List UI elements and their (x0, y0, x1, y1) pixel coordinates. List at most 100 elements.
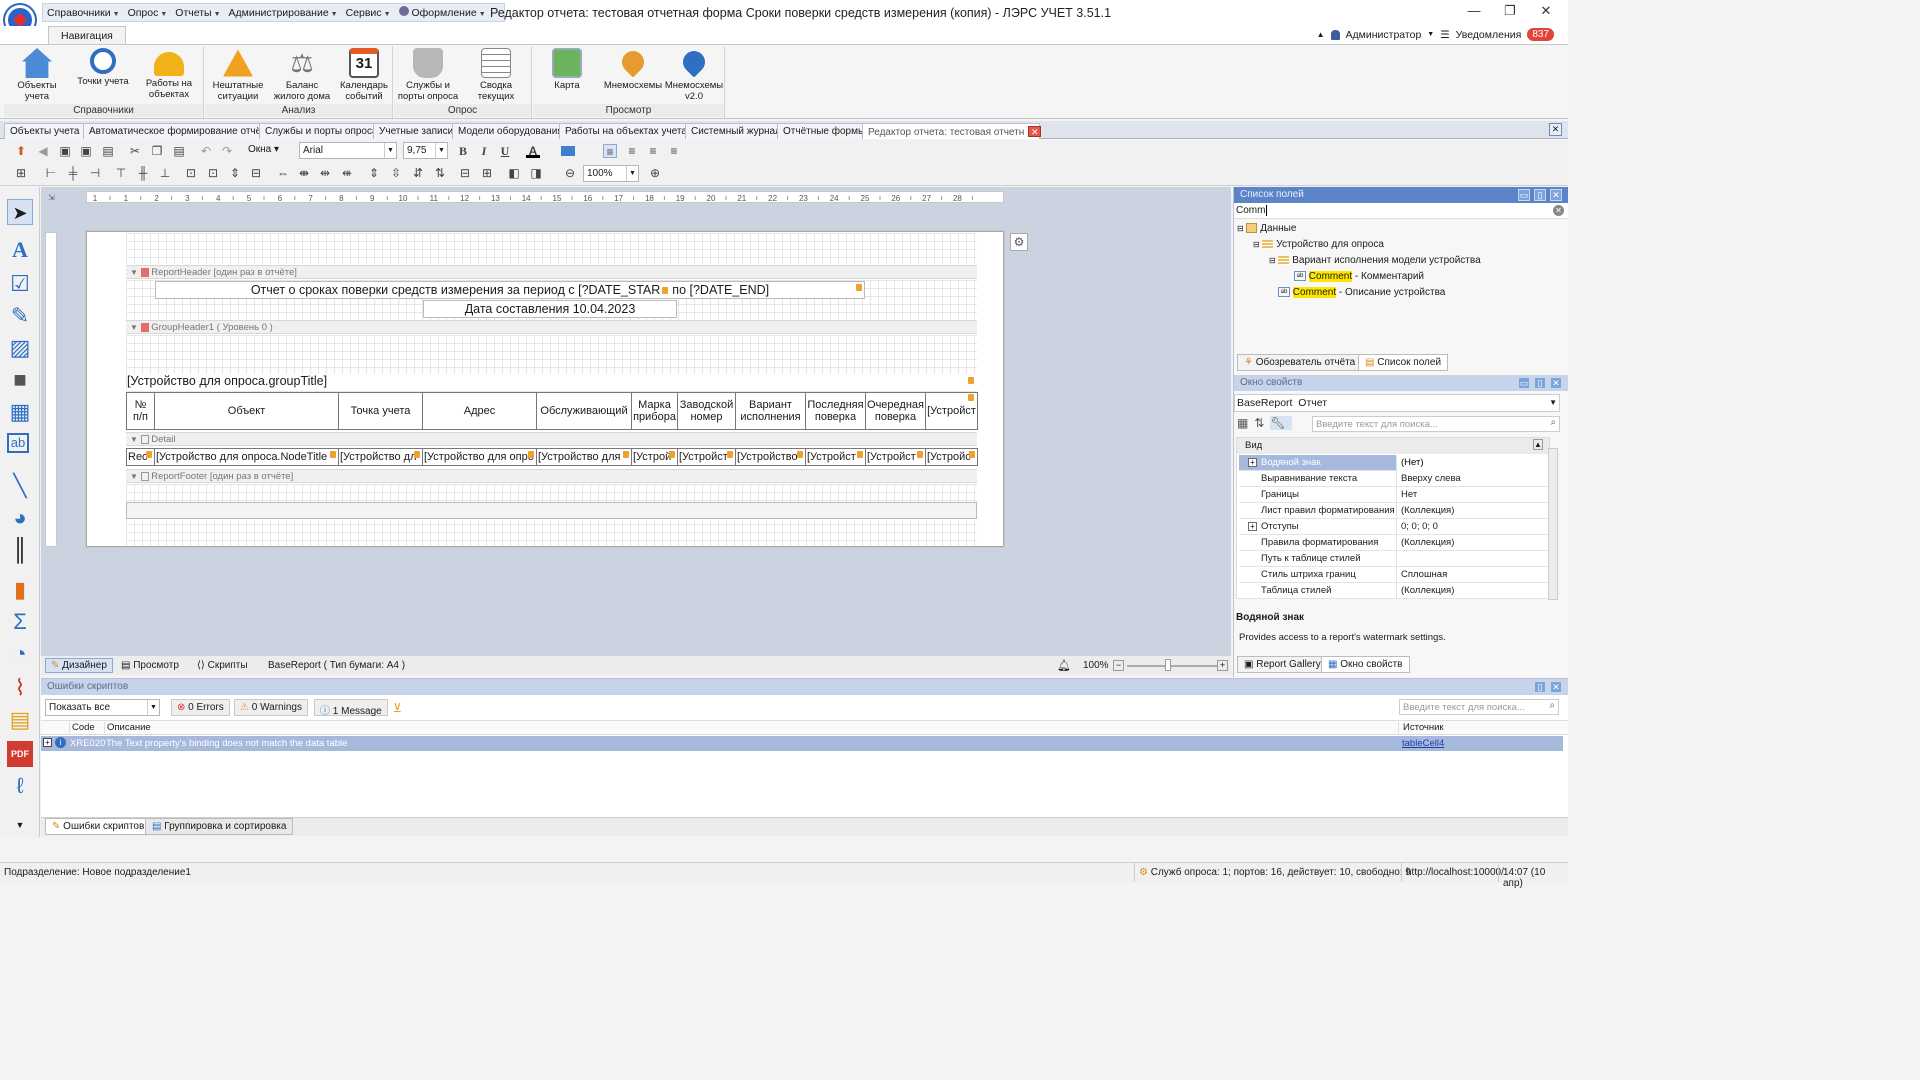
menu-directories[interactable]: Справочники ▼ (47, 7, 120, 19)
column-header-cell[interactable]: Точка учета (338, 392, 423, 430)
group-title-cell[interactable]: [Устройство для опроса.groupTitle] (127, 374, 977, 391)
expand-icon[interactable]: + (43, 738, 52, 747)
menu-reports[interactable]: Отчеты ▼ (175, 7, 220, 19)
sparkline-tool-icon[interactable]: ⌇ (7, 675, 33, 701)
align-right-button[interactable]: ≡ (646, 144, 660, 158)
align-tops-icon[interactable]: ⊤ (114, 166, 128, 180)
doc-tab-accounts[interactable]: Учетные записи (373, 123, 460, 139)
label-tool-icon[interactable]: A (7, 237, 33, 263)
toc-tool-icon[interactable]: ▤ (7, 707, 33, 733)
menu-survey[interactable]: Опрос ▼ (128, 7, 168, 19)
column-header-cell[interactable]: Заводской номер (677, 392, 736, 430)
align-bottoms-icon[interactable]: ⊥ (158, 166, 172, 180)
property-row[interactable]: Стиль штриха границ Сплошная (1239, 567, 1551, 583)
property-value[interactable]: Вверху слева (1396, 471, 1551, 487)
restore-button[interactable]: ❐ (1494, 3, 1526, 21)
band-collapse-icon[interactable]: ▼ (130, 323, 138, 332)
bring-front-icon[interactable]: ◧ (507, 166, 521, 180)
object-select[interactable]: BaseReport Отчет ▼ (1234, 394, 1560, 412)
windows-menu[interactable]: Окна ▾ (248, 144, 279, 155)
zoom-slider-thumb[interactable] (1165, 659, 1171, 671)
doc-tab-objects[interactable]: Объекты учета (4, 123, 86, 139)
status-services[interactable]: ⚙ Служб опроса: 1; портов: 16, действует… (1134, 863, 1415, 882)
v-inc-icon[interactable]: ⇳ (389, 166, 403, 180)
panel-pin-icon[interactable]: ▯ (1534, 377, 1546, 389)
property-category[interactable]: Вид ▲ (1237, 438, 1549, 454)
report-title-cell[interactable]: Отчет о сроках поверки средств измерения… (155, 281, 865, 299)
report-footer-band[interactable]: ▼ ReportFooter [один раз в отчёте] (126, 469, 977, 483)
property-row[interactable]: Таблица стилей (Коллекция) (1239, 583, 1551, 599)
column-header-cell[interactable]: Последняя поверка (805, 392, 866, 430)
property-value[interactable]: (Коллекция) (1396, 535, 1551, 551)
same-width-icon[interactable]: ⊟ (249, 166, 263, 180)
panel-float-icon[interactable]: ▭ (1518, 377, 1530, 389)
detail-cell[interactable]: [Устройство дл (338, 448, 423, 466)
shape-tool-icon[interactable]: ◕ (7, 505, 33, 531)
mnemonic-button[interactable]: Мнемосхемы (602, 46, 664, 92)
tab-script-errors[interactable]: ✎ Ошибки скриптов (45, 818, 152, 835)
tree-node-data[interactable]: ⊟ Данные (1237, 223, 1296, 234)
save-as-icon[interactable]: ▣ (79, 144, 93, 158)
error-source-link[interactable]: tableCell4 (1402, 738, 1444, 749)
wrench-icon[interactable]: 🔧︎ (1270, 416, 1292, 430)
doc-tab-services[interactable]: Службы и порты опроса (259, 123, 384, 139)
font-family-select[interactable]: Arial ▼ (299, 142, 397, 159)
column-header-cell[interactable]: Вариант исполнения (735, 392, 806, 430)
map-button[interactable]: Карта (536, 48, 598, 92)
report-header-band[interactable]: ▼ ReportHeader [один раз в отчёте] (126, 265, 977, 279)
minimize-button[interactable]: — (1458, 3, 1490, 21)
v-dec-icon[interactable]: ⇵ (411, 166, 425, 180)
undo-icon[interactable]: ↶ (199, 144, 213, 158)
categorized-icon[interactable]: ▦ (1237, 416, 1254, 430)
gauge-tool-icon[interactable]: ◔ (7, 641, 33, 667)
v-spacing-icon[interactable]: ⇕ (367, 166, 381, 180)
error-row[interactable]: + i XRE020 The Text property's binding d… (41, 736, 1563, 751)
size-to-grid-icon[interactable]: ⊡ (184, 166, 198, 180)
property-row[interactable]: Лист правил форматирования (Коллекция) (1239, 503, 1551, 519)
property-row[interactable]: Выравнивание текста Вверху слева (1239, 471, 1551, 487)
pdf-tool-icon[interactable]: PDF (7, 741, 33, 767)
font-color-button[interactable]: A (526, 144, 540, 158)
panel-pin-icon[interactable]: ▯ (1534, 189, 1546, 201)
same-size-icon[interactable]: ⊡ (206, 166, 220, 180)
band-collapse-icon[interactable]: ▼ (130, 268, 138, 277)
col-source[interactable]: Источник (1398, 722, 1444, 733)
property-value[interactable]: (Коллекция) (1396, 503, 1551, 519)
column-header-cell[interactable]: Объект (154, 392, 339, 430)
property-value[interactable]: Нет (1396, 487, 1551, 503)
close-button[interactable]: ✕ (1530, 3, 1562, 21)
collapse-icon[interactable]: ⊟ (1253, 240, 1260, 249)
align-rights-icon[interactable]: ⊣ (88, 166, 102, 180)
tab-report-gallery[interactable]: ▣ Report Gallery (1237, 656, 1328, 673)
expand-icon[interactable]: + (1248, 522, 1257, 531)
property-value[interactable]: (Нет) (1396, 455, 1551, 471)
h-dec-icon[interactable]: ⇹ (318, 166, 332, 180)
send-back-icon[interactable]: ◨ (529, 166, 543, 180)
picture-tool-icon[interactable]: ▨ (7, 335, 33, 361)
paste-icon[interactable]: ▤ (172, 144, 186, 158)
v-remove-icon[interactable]: ⇅ (433, 166, 447, 180)
h-spacing-icon[interactable]: ⇔ (276, 166, 290, 180)
open-icon[interactable]: ⬆ (14, 144, 28, 158)
doc-tab-forms[interactable]: Отчётные формы (777, 123, 872, 139)
detail-cell[interactable]: [Устройство для опроса.NodeTitle - (154, 448, 339, 466)
redo-icon[interactable]: ↷ (220, 144, 234, 158)
scroll-down-icon[interactable]: ▼ (7, 819, 33, 831)
summary-button[interactable]: Сводка текущих (465, 48, 527, 102)
tree-node-device[interactable]: ⊟ Устройство для опроса (1253, 239, 1384, 250)
tab-property-window[interactable]: ▦ Окно свойств (1321, 656, 1410, 673)
notifications-label[interactable]: Уведомления (1456, 29, 1522, 41)
zoom-minus-icon[interactable]: − (1113, 660, 1124, 671)
h-remove-icon[interactable]: ⇺ (340, 166, 354, 180)
zoom-out-icon[interactable]: ⊖ (563, 166, 577, 180)
italic-button[interactable]: I (477, 144, 491, 158)
character-comb-tool-icon[interactable]: ab (7, 433, 29, 453)
doc-tab-log[interactable]: Системный журнал (685, 123, 787, 139)
back-icon[interactable]: ◀ (36, 144, 50, 158)
align-left-button[interactable]: ≡ (603, 144, 617, 159)
align-middles-icon[interactable]: ╫ (136, 166, 150, 180)
font-size-select[interactable]: 9,75 ▼ (403, 142, 448, 159)
errors-filter-select[interactable]: Показать все ▼ (45, 699, 160, 716)
column-header-cell[interactable]: Марка прибора (631, 392, 678, 430)
doc-tab-works[interactable]: Работы на объектах учета (559, 123, 693, 139)
